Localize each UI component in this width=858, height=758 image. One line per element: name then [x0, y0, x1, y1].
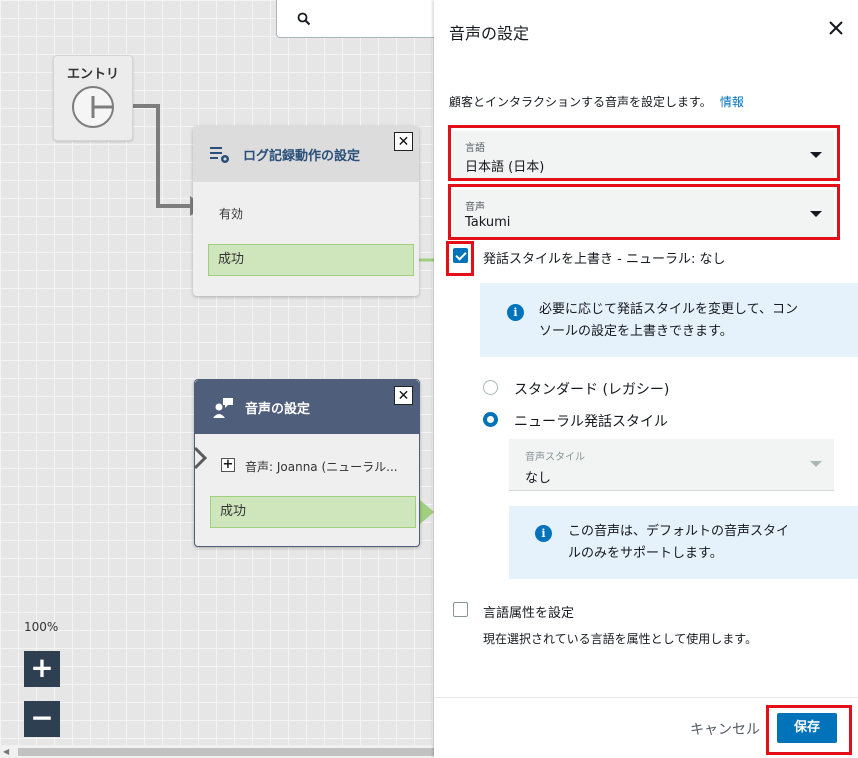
radio-neural-label: ニューラル発話スタイル — [514, 414, 668, 430]
voice-info-box: i この音声は、デフォルトの音声スタイ ルのみをサポートします。 — [509, 506, 858, 579]
entry-start-icon — [72, 86, 114, 128]
zoom-out-button[interactable]: − — [24, 701, 60, 737]
horizontal-scrollbar[interactable]: ◀ — [0, 745, 434, 758]
radio-standard-label: スタンダード (レガシー) — [514, 382, 670, 398]
voice-style-label: 音声スタイル — [525, 452, 585, 463]
info-line: ソールの設定を上書きできます。 — [539, 324, 733, 339]
close-icon[interactable]: ✕ — [394, 386, 413, 405]
close-icon[interactable]: ✕ — [394, 132, 413, 151]
language-attribute-label: 言語属性を設定 — [483, 606, 575, 621]
zoom-in-button[interactable]: + — [24, 651, 60, 687]
scroll-left-icon[interactable]: ◀ — [3, 747, 9, 756]
voice-style-select[interactable]: 音声スタイル なし — [509, 439, 834, 491]
language-attribute-desc: 現在選択されている言語を属性として使用します。 — [483, 632, 758, 646]
info-line: 必要に応じて発話スタイルを変更して、コン — [539, 302, 798, 317]
chevron-down-icon — [810, 152, 822, 158]
branch-success[interactable]: 成功 — [210, 496, 416, 528]
flow-canvas[interactable]: エントリ ログ記録動作の設定 ✕ 有効 成功 音声の設定 ✕ + 音声: Joa… — [0, 0, 434, 758]
language-attribute-checkbox[interactable] — [453, 602, 468, 617]
language-value: 日本語 (日本) — [465, 160, 545, 175]
entry-node[interactable]: エントリ — [53, 55, 133, 141]
set-voice-panel: 音声の設定 顧客とインタラクションする音声を設定します。 情報 言語 日本語 (日… — [434, 0, 858, 758]
branch-success[interactable]: 成功 — [208, 244, 414, 276]
language-label: 言語 — [465, 143, 485, 154]
close-icon[interactable] — [826, 18, 846, 38]
panel-description: 顧客とインタラクションする音声を設定します。 情報 — [449, 93, 744, 110]
logging-behavior-block[interactable]: ログ記録動作の設定 ✕ 有効 成功 — [193, 126, 419, 296]
override-info-box: i 必要に応じて発話スタイルを変更して、コン ソールの設定を上書きできます。 — [480, 283, 858, 357]
save-button[interactable]: 保存 — [777, 713, 837, 743]
info-line: ルのみをサポートします。 — [568, 546, 723, 561]
voice-value: Takumi — [465, 215, 511, 230]
block-param-label: 音声: Joanna (ニューラル... — [245, 460, 398, 474]
voice-label: 音声 — [465, 202, 485, 213]
input-arrow-icon — [193, 446, 208, 470]
voice-style-value: なし — [525, 471, 552, 486]
block-title: 音声の設定 — [245, 402, 311, 417]
expand-icon[interactable]: + — [221, 458, 235, 472]
info-link[interactable]: 情報 — [720, 95, 744, 109]
voice-select[interactable]: 音声 Takumi — [453, 190, 834, 238]
block-title: ログ記録動作の設定 — [243, 149, 361, 164]
info-line: この音声は、デフォルトの音声スタイ — [568, 524, 790, 539]
radio-neural[interactable] — [483, 412, 498, 427]
description-text: 顧客とインタラクションする音声を設定します。 — [449, 95, 712, 109]
block-header: 音声の設定 ✕ — [195, 380, 419, 434]
override-info-text: 必要に応じて発話スタイルを変更して、コン ソールの設定を上書きできます。 — [539, 299, 798, 343]
block-header: ログ記録動作の設定 ✕ — [193, 126, 419, 182]
scrollbar-thumb[interactable] — [18, 748, 434, 756]
cancel-button[interactable]: キャンセル — [690, 719, 760, 739]
info-icon: i — [535, 525, 552, 542]
override-style-checkbox[interactable] — [453, 248, 468, 263]
log-settings-icon — [210, 147, 229, 163]
voice-info-text: この音声は、デフォルトの音声スタイ ルのみをサポートします。 — [568, 521, 789, 565]
set-voice-block[interactable]: 音声の設定 ✕ + 音声: Joanna (ニューラル... 成功 — [193, 379, 420, 547]
info-icon: i — [507, 304, 524, 321]
radio-standard[interactable] — [483, 380, 498, 395]
language-select[interactable]: 言語 日本語 (日本) — [453, 131, 834, 179]
block-input-label: 有効 — [219, 207, 244, 221]
chevron-down-icon — [810, 461, 822, 467]
zoom-level: 100% — [24, 620, 59, 634]
entry-title: エントリ — [66, 67, 119, 82]
chevron-down-icon — [810, 211, 822, 217]
voice-person-icon — [213, 398, 233, 418]
override-style-label: 発話スタイルを上書き - ニューラル: なし — [483, 252, 726, 267]
panel-title: 音声の設定 — [449, 24, 530, 43]
footer-divider — [434, 697, 858, 698]
